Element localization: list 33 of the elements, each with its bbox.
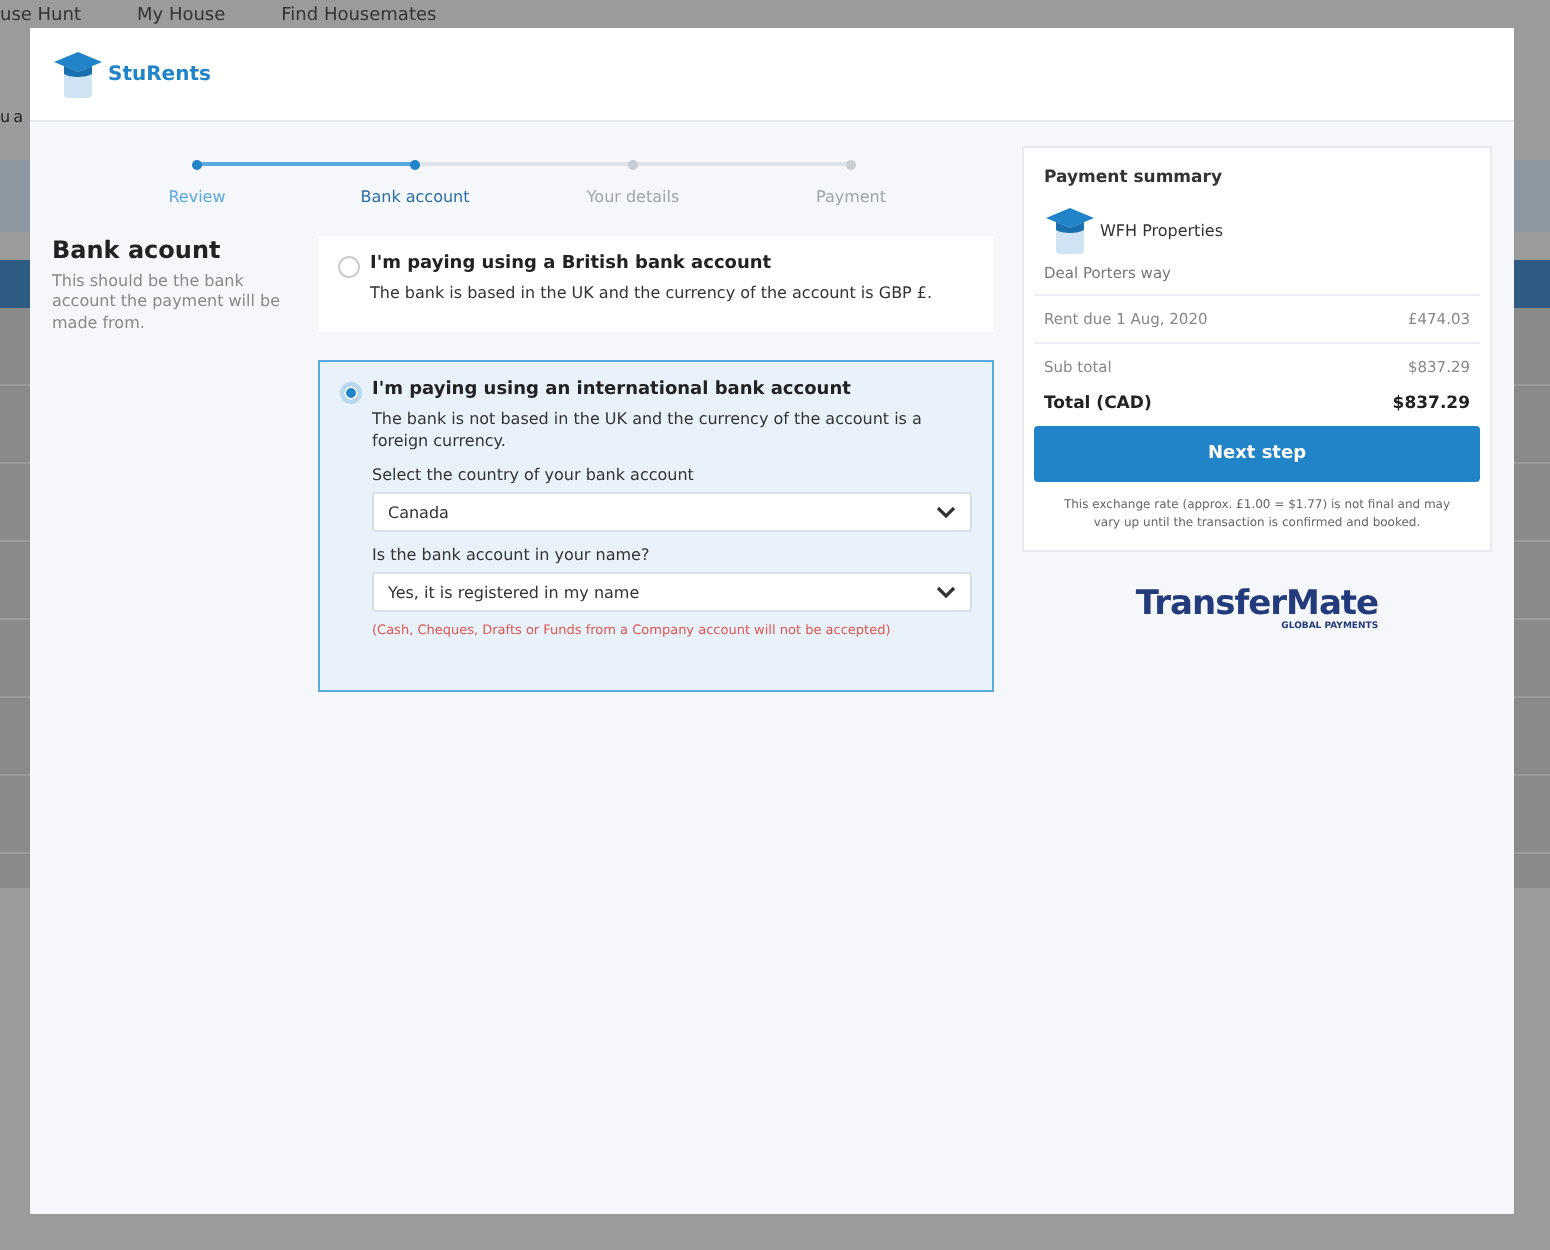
radio-button[interactable]: [340, 382, 362, 405]
option-title: I'm paying using an international bank account: [372, 380, 853, 401]
chevron-down-icon: [936, 586, 956, 599]
option-card[interactable]: [318, 360, 994, 693]
chevron-down-icon: [936, 506, 956, 519]
landlord-name: WFH Properties: [1100, 221, 1223, 239]
option-description: The bank is not based in the UK and the currency of the account is a foreign currency.: [372, 410, 924, 453]
total-label: Total (CAD): [1044, 394, 1152, 414]
field-label: Is the bank account in your name?: [372, 546, 652, 565]
section-description: This should be the bank account the payment will be made from.: [52, 272, 283, 335]
field-label: Select the country of your bank account: [372, 466, 696, 485]
step-label[interactable]: Payment: [815, 188, 887, 206]
next-step-button[interactable]: Next step: [1034, 426, 1480, 482]
nav-link[interactable]: My House: [137, 6, 226, 26]
option-card[interactable]: I'm paying using a British bank account The bank is based in the UK and the currency of the account is GBP £.: [318, 236, 994, 333]
select-field[interactable]: Canada: [372, 492, 972, 533]
step-label[interactable]: Review: [168, 188, 226, 206]
step-label[interactable]: Your details: [586, 188, 680, 206]
summary-title: Payment summary: [1042, 168, 1225, 188]
section-title: Bank acount: [52, 236, 223, 264]
graduation-cap-icon: [52, 48, 104, 100]
option-description: The bank is based in the UK and the currency of the account is GBP £.: [370, 284, 935, 305]
notice-text: u a: [0, 108, 23, 126]
partner-logo-name: TransferMate: [1135, 588, 1379, 623]
nav-link[interactable]: use Hunt: [0, 6, 81, 26]
step-label[interactable]: Bank account: [360, 188, 470, 206]
radio-button[interactable]: [338, 256, 360, 278]
brand-name[interactable]: StuRents: [108, 63, 211, 85]
total-amount: $837.29: [1392, 394, 1470, 414]
option-title: I'm paying using a British bank account: [370, 254, 774, 274]
nav-link[interactable]: Find Housemates: [281, 6, 437, 26]
graduation-cap-icon: [1044, 204, 1096, 256]
select-field[interactable]: Yes, it is registered in my name: [372, 572, 972, 613]
